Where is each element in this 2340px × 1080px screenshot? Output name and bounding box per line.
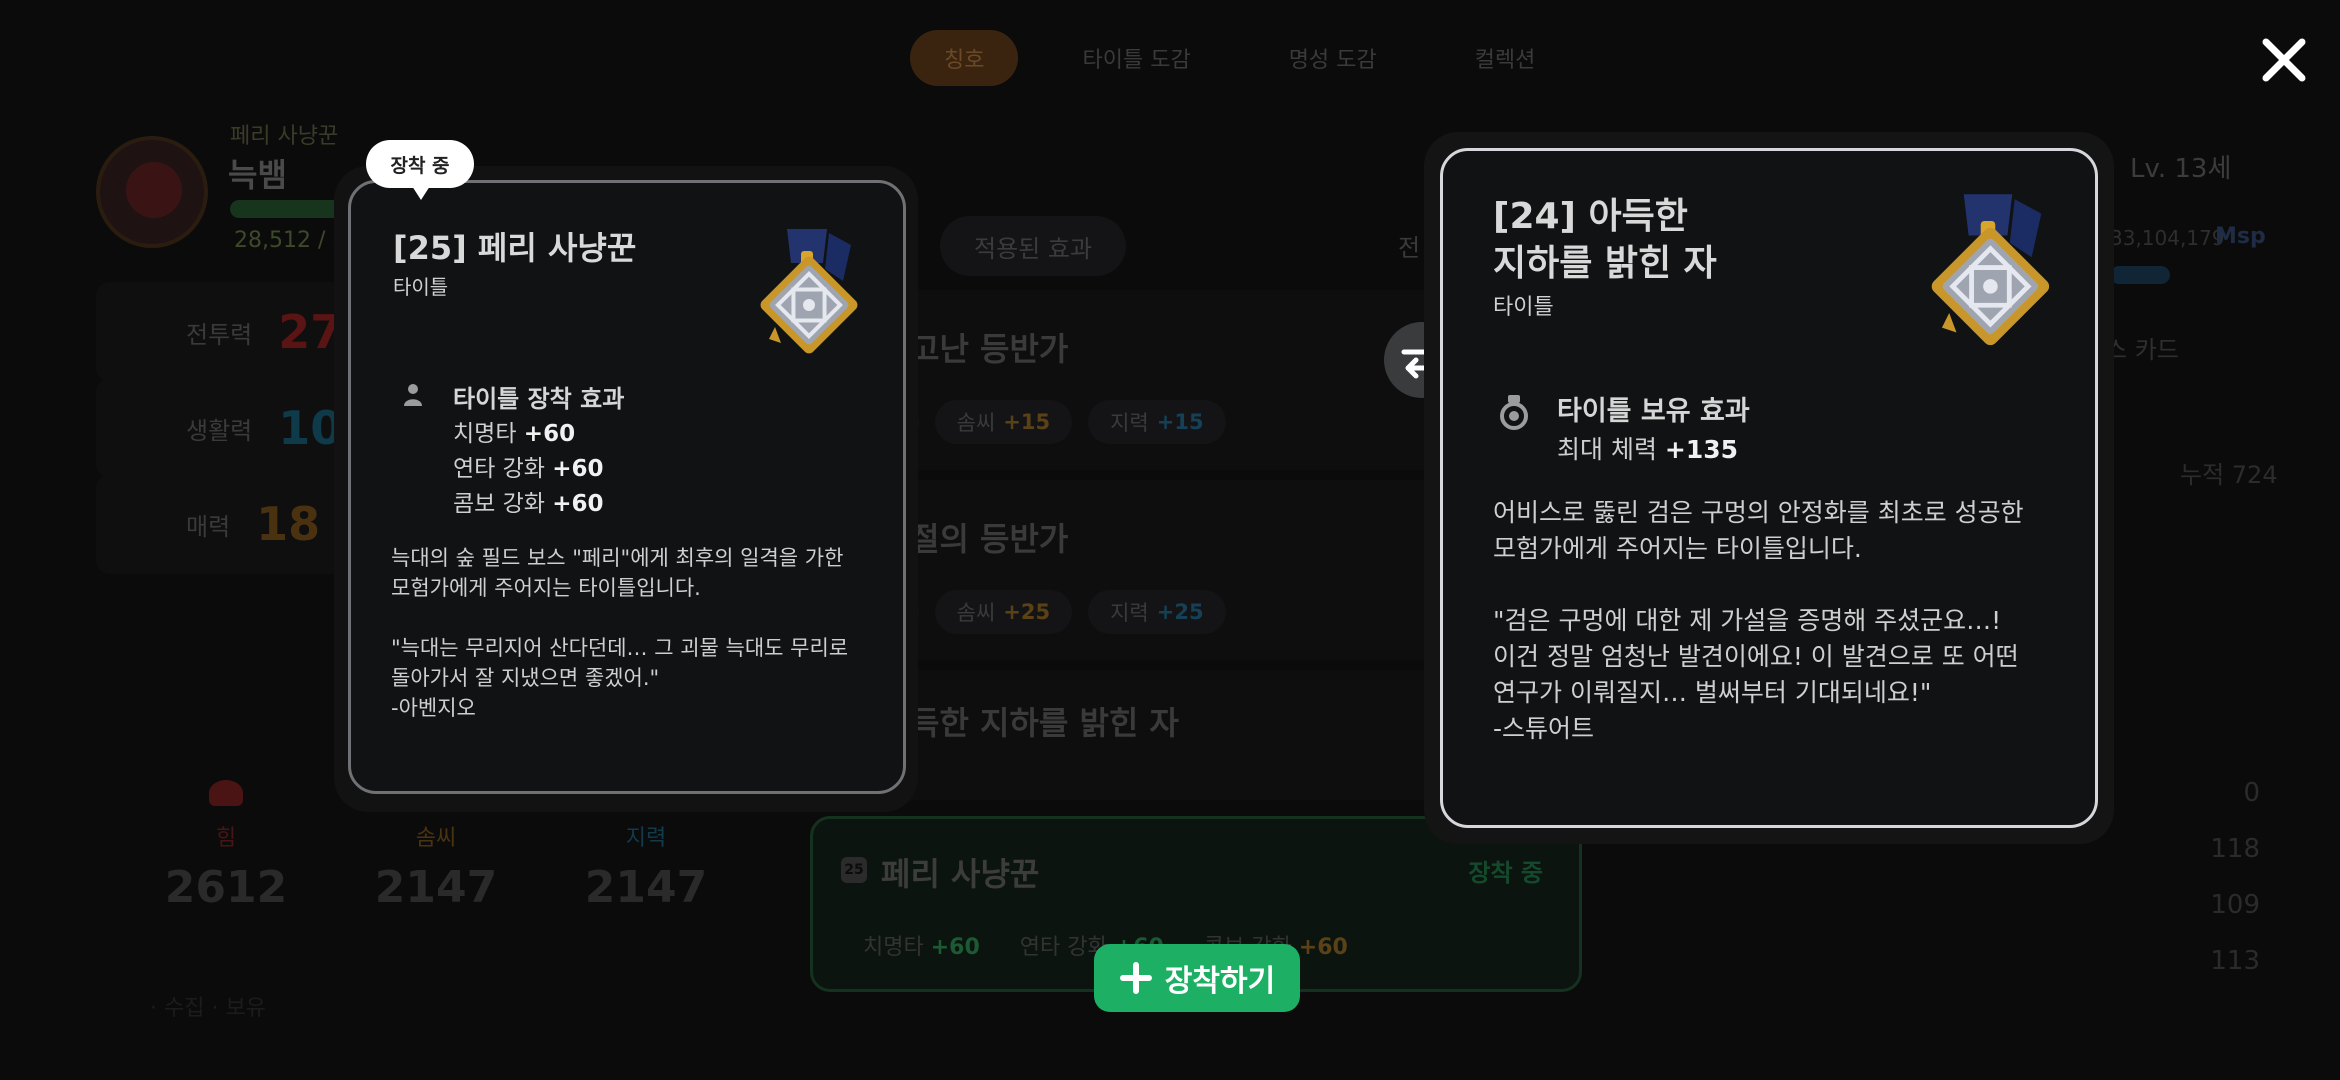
selected-title-tooltip: [24] 아득한 지하를 밝힌 자 타이틀 타이틀 보유 효과 최대 체력 +1… xyxy=(1424,132,2114,844)
stat-row-combat: 전투력 27 xyxy=(96,282,346,382)
stat-label: 생활력 xyxy=(186,416,253,445)
level-badge: 25 xyxy=(841,857,867,883)
effect-line: 콤보 강화 +60 xyxy=(453,491,604,517)
strength-icon xyxy=(209,780,243,806)
tooltip-subtitle: 타이틀 xyxy=(1493,295,1554,320)
stat-value: 2147 xyxy=(374,862,498,913)
level-text: Lv. 13세 xyxy=(2130,154,2232,184)
msp-value: 33,104,179 xyxy=(2110,226,2225,250)
tooltip-description: 어비스로 뚫린 검은 구멍의 안정화를 최초로 성공한 모험가에게 주어지는 타… xyxy=(1493,498,2024,743)
stat-chip: 지력 +25 xyxy=(1088,590,1226,634)
equipped-title: 페리 사냥꾼 xyxy=(881,855,1040,893)
effect-line: 치명타 +60 xyxy=(453,421,576,447)
equip-button[interactable]: 장착하기 xyxy=(1094,944,1300,1012)
equipped-status: 장착 중 xyxy=(1468,859,1543,887)
equipped-title-tooltip: [25] 페리 사냥꾼 타이틀 타이틀 장착 효과 치명타 +60 연타 강화 … xyxy=(334,166,918,812)
stat-value: 10 xyxy=(278,401,343,455)
medal-icon xyxy=(1500,395,1528,430)
list-item-title: 절의 등반가 xyxy=(910,520,1069,558)
equipped-badge: 장착 중 xyxy=(366,140,474,200)
stat-label: 매력 xyxy=(186,512,231,541)
medal-icon xyxy=(1931,194,2050,346)
msp-label: Msp xyxy=(2215,224,2266,249)
right-stat-row: 109 xyxy=(2210,890,2260,920)
close-button[interactable] xyxy=(2252,28,2316,92)
equip-effect-list: 치명타 +60 연타 강화 +60 콤보 강화 +60 xyxy=(453,417,604,522)
stat-value: 2147 xyxy=(584,862,708,913)
tooltip-title: [24] 아득한 지하를 밝힌 자 xyxy=(1493,196,1717,284)
medal-icon xyxy=(760,229,858,354)
stat-value: 2612 xyxy=(164,862,288,913)
avatar xyxy=(96,136,208,248)
stat-label: 힘 xyxy=(215,826,237,851)
tooltip-subtitle: 타이틀 xyxy=(393,275,449,299)
bottom-stat-strength: 힘 2612 xyxy=(136,780,316,913)
equipped-stat: 치명타 +60 xyxy=(863,935,980,960)
tab-title-book[interactable]: 타이틀 도감 xyxy=(1048,30,1224,86)
stat-label: 솜씨 xyxy=(415,826,457,851)
stat-chip: 솜씨 +25 xyxy=(934,590,1073,634)
count-text: 누적 724 xyxy=(2180,461,2278,489)
profile-title: 페리 사냥꾼 xyxy=(230,124,339,149)
profile-name: 늑뱀 xyxy=(228,156,287,194)
tab-applied-effects[interactable]: 적용된 효과 xyxy=(940,216,1127,276)
plus-icon xyxy=(1119,962,1152,994)
person-icon xyxy=(404,384,422,406)
tab-fame-book[interactable]: 명성 도감 xyxy=(1255,30,1411,86)
stat-row-life: 생활력 10 xyxy=(96,378,346,478)
footer-text: · 수집 · 보유 xyxy=(150,996,266,1021)
tab-titles[interactable]: 칭호 xyxy=(910,30,1019,86)
stat-chip: 지력 +15 xyxy=(1088,400,1226,444)
own-effect-title: 타이틀 보유 효과 xyxy=(1557,396,1750,427)
tooltip-description: 늑대의 숲 필드 보스 "페리"에게 최후의 일격을 가한 모험가에게 주어지는… xyxy=(391,546,849,720)
msp-bar xyxy=(2110,266,2170,284)
stat-value: 27 xyxy=(278,305,343,359)
equip-effect-title: 타이틀 장착 효과 xyxy=(453,385,625,413)
stat-value: 18 xyxy=(256,497,321,551)
stat-chip: 솜씨 +15 xyxy=(934,400,1073,444)
exp-text: 28,512 / 2 xyxy=(234,228,347,253)
close-icon xyxy=(2262,38,2306,82)
effect-line: 최대 체력 +135 xyxy=(1557,435,1739,464)
top-tab-bar: 칭호 타이틀 도감 명성 도감 컬렉션 xyxy=(910,30,1569,86)
stat-row-charm: 매력 18 xyxy=(96,474,346,574)
stat-label: 전투력 xyxy=(186,320,253,349)
list-item-title: 고난 등반가 xyxy=(910,330,1069,368)
effect-line: 연타 강화 +60 xyxy=(453,456,604,482)
right-stat-row: 113 xyxy=(2210,946,2260,976)
equip-button-label: 장착하기 xyxy=(1164,964,1276,999)
own-effect-list: 최대 체력 +135 xyxy=(1557,433,1738,467)
card-link[interactable]: 스 카드 xyxy=(2105,330,2179,365)
tab-collection[interactable]: 컬렉션 xyxy=(1441,30,1570,86)
tooltip-title: [25] 페리 사냥꾼 xyxy=(393,229,637,267)
stat-label: 지력 xyxy=(625,826,667,851)
tab-all[interactable]: 전 xyxy=(1398,228,1420,263)
list-item-title: 득한 지하를 밝힌 자 xyxy=(910,704,1179,742)
